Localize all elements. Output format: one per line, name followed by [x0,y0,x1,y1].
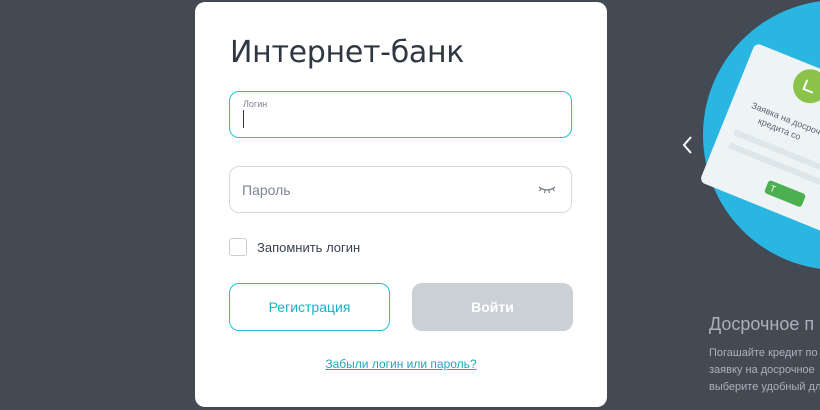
remember-label: Запомнить логин [257,239,361,255]
register-button[interactable]: Регистрация [229,283,390,331]
promo-line: выберите удобный дл [709,381,820,393]
forgot-credentials-link[interactable]: Забыли логин или пароль? [195,357,607,371]
login-field[interactable]: Логин [229,91,572,138]
promo-title: Досрочное п [709,314,815,334]
password-field[interactable]: Пароль [229,166,572,213]
promo-line: Погашайте кредит по [709,347,818,359]
login-button[interactable]: Войти [412,283,573,331]
promo-line: заявку на досрочное [709,364,815,376]
remember-checkbox[interactable] [229,238,247,256]
promo-illustration: Заявка на досроч кредита со Т [701,1,820,269]
login-input[interactable] [242,109,542,131]
promo-description: Погашайте кредит по заявку на досрочное … [709,345,820,396]
login-label: Логин [243,99,268,109]
login-card: Интернет-банк Логин Пароль Запомнить лог… [195,2,607,407]
password-placeholder: Пароль [242,182,291,198]
remember-login-option[interactable]: Запомнить логин [229,238,360,256]
eye-closed-icon[interactable] [537,182,557,196]
page-title: Интернет-банк [230,35,465,70]
